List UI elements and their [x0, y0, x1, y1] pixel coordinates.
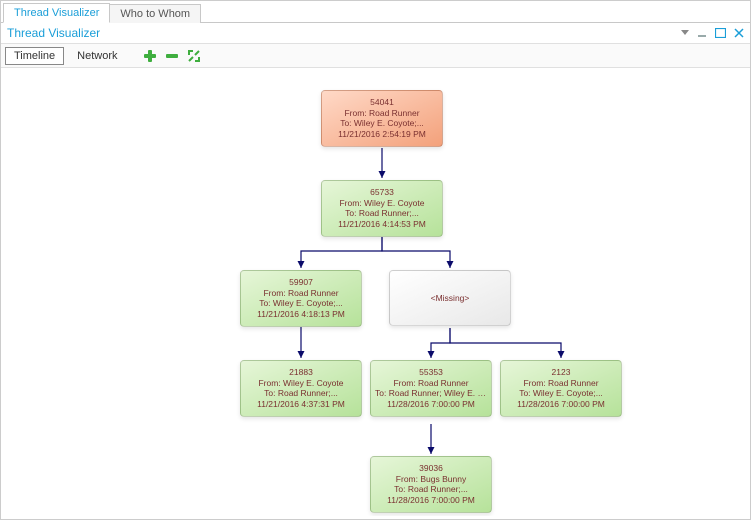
node-id: 65733	[326, 187, 438, 198]
node-to: To: Wiley E. Coyote;...	[326, 118, 438, 129]
main-tab-bar: Thread Visualizer Who to Whom	[1, 1, 750, 23]
node-missing[interactable]: <Missing>	[389, 270, 511, 326]
node-to: To: Road Runner;...	[245, 388, 357, 399]
node[interactable]: 55353 From: Road Runner To: Road Runner;…	[370, 360, 492, 417]
node-ts: 11/28/2016 7:00:00 PM	[375, 495, 487, 506]
fit-icon[interactable]	[185, 48, 203, 64]
node-ts: 11/21/2016 4:18:13 PM	[245, 309, 357, 320]
window-controls	[681, 28, 744, 38]
node-from: From: Road Runner	[375, 378, 487, 389]
node-id: 39036	[375, 463, 487, 474]
close-icon[interactable]	[734, 28, 744, 38]
dropdown-icon[interactable]	[681, 30, 689, 36]
node-to: To: Wiley E. Coyote;...	[505, 388, 617, 399]
maximize-icon[interactable]	[715, 28, 726, 38]
node[interactable]: 59907 From: Road Runner To: Wiley E. Coy…	[240, 270, 362, 327]
node-ts: 11/21/2016 4:14:53 PM	[326, 219, 438, 230]
panel-title: Thread Visualizer	[7, 26, 100, 40]
node-from: From: Road Runner	[326, 108, 438, 119]
node-id: 2123	[505, 367, 617, 378]
node-from: From: Road Runner	[245, 288, 357, 299]
panel-header: Thread Visualizer	[1, 23, 750, 44]
node[interactable]: 65733 From: Wiley E. Coyote To: Road Run…	[321, 180, 443, 237]
node-ts: 11/21/2016 4:37:31 PM	[245, 399, 357, 410]
node[interactable]: 21883 From: Wiley E. Coyote To: Road Run…	[240, 360, 362, 417]
node-id: 54041	[326, 97, 438, 108]
remove-icon[interactable]	[163, 48, 181, 64]
node[interactable]: 39036 From: Bugs Bunny To: Road Runner;.…	[370, 456, 492, 513]
timeline-button[interactable]: Timeline	[5, 47, 64, 65]
node-from: From: Wiley E. Coyote	[326, 198, 438, 209]
graph-canvas[interactable]: 54041 From: Road Runner To: Wiley E. Coy…	[1, 68, 750, 516]
node-to: To: Road Runner; Wiley E. Coyote;...	[375, 388, 487, 399]
node-ts: 11/28/2016 7:00:00 PM	[505, 399, 617, 410]
network-button[interactable]: Network	[68, 47, 126, 65]
node-to: To: Road Runner;...	[375, 484, 487, 495]
node-from: From: Road Runner	[505, 378, 617, 389]
node-id: 59907	[245, 277, 357, 288]
node-root[interactable]: 54041 From: Road Runner To: Wiley E. Coy…	[321, 90, 443, 147]
node-ts: 11/28/2016 7:00:00 PM	[375, 399, 487, 410]
node-ts: 11/21/2016 2:54:19 PM	[326, 129, 438, 140]
tab-thread-visualizer[interactable]: Thread Visualizer	[3, 3, 110, 23]
minimize-icon[interactable]	[697, 28, 707, 38]
toolbar: Timeline Network	[1, 44, 750, 68]
node-from: From: Wiley E. Coyote	[245, 378, 357, 389]
node-id: 55353	[375, 367, 487, 378]
node-to: To: Wiley E. Coyote;...	[245, 298, 357, 309]
node-id: 21883	[245, 367, 357, 378]
add-icon[interactable]	[141, 48, 159, 64]
node[interactable]: 2123 From: Road Runner To: Wiley E. Coyo…	[500, 360, 622, 417]
node-from: From: Bugs Bunny	[375, 474, 487, 485]
node-label: <Missing>	[431, 293, 470, 304]
node-to: To: Road Runner;...	[326, 208, 438, 219]
tab-who-to-whom[interactable]: Who to Whom	[109, 4, 201, 23]
